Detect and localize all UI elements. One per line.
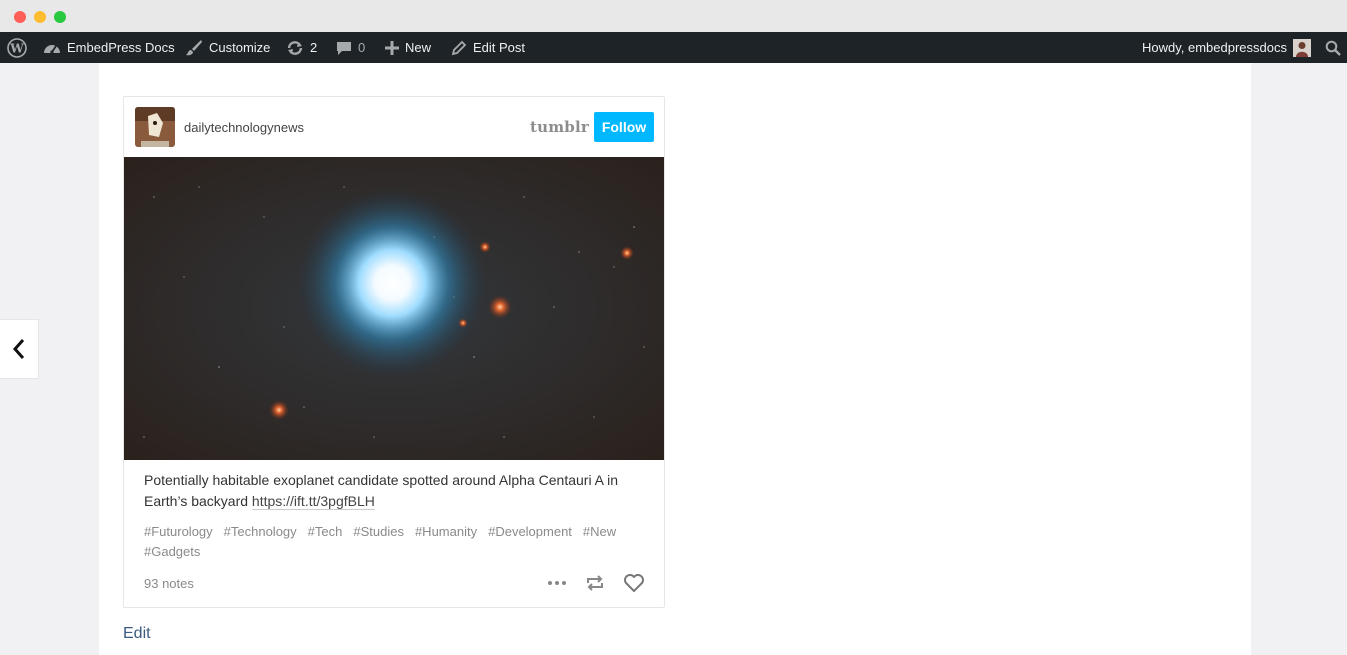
customize-menu[interactable]: Customize xyxy=(185,32,270,63)
tag[interactable]: #Humanity xyxy=(415,524,477,539)
blog-name[interactable]: dailytechnologynews xyxy=(184,120,304,135)
comments-count: 0 xyxy=(358,40,366,55)
my-account-menu[interactable]: Howdy, embedpressdocs xyxy=(1142,32,1311,63)
updates-menu[interactable]: 2 xyxy=(286,32,317,63)
heart-icon[interactable] xyxy=(623,572,645,594)
maximize-window-button[interactable] xyxy=(54,11,66,23)
window-titlebar xyxy=(0,0,1347,32)
edit-post-menu[interactable]: Edit Post xyxy=(451,32,525,63)
admin-bar: W EmbedPress Docs Customize 2 0 New Edit… xyxy=(0,32,1347,63)
tumblr-embed-card: dailytechnologynews tumblr Follow Potent… xyxy=(123,96,665,608)
wordpress-logo-icon[interactable]: W xyxy=(7,32,27,63)
caption-text: Potentially habitable exoplanet candidat… xyxy=(144,472,619,509)
post-caption: Potentially habitable exoplanet candidat… xyxy=(144,470,644,512)
updates-count: 2 xyxy=(310,40,318,55)
tag[interactable]: #Tech xyxy=(308,524,343,539)
notes-count[interactable]: 93 notes xyxy=(144,576,194,591)
new-content-menu[interactable]: New xyxy=(385,32,431,63)
chevron-left-icon xyxy=(12,339,25,359)
previous-post-button[interactable] xyxy=(0,319,39,379)
tumblr-logo[interactable]: tumblr xyxy=(530,118,589,136)
dashboard-icon xyxy=(44,44,60,54)
blog-avatar[interactable] xyxy=(135,107,175,147)
site-name-menu[interactable]: EmbedPress Docs xyxy=(43,32,175,63)
tag[interactable]: #New xyxy=(583,524,616,539)
follow-button[interactable]: Follow xyxy=(594,112,654,142)
more-dots-icon[interactable] xyxy=(547,572,567,594)
post-photo[interactable] xyxy=(124,157,664,460)
pencil-icon xyxy=(451,40,467,55)
plus-icon xyxy=(385,40,399,55)
tag[interactable]: #Futurology xyxy=(144,524,213,539)
updates-icon xyxy=(287,40,303,55)
svg-text:W: W xyxy=(9,41,24,55)
tag[interactable]: #Gadgets xyxy=(144,544,200,559)
post-tags: #Futurology #Technology #Tech #Studies #Huma… xyxy=(144,522,644,562)
site-name-label: EmbedPress Docs xyxy=(67,40,175,55)
minimize-window-button[interactable] xyxy=(34,11,46,23)
avatar xyxy=(1293,38,1311,57)
edit-post-label: Edit Post xyxy=(473,40,526,55)
tag[interactable]: #Development xyxy=(488,524,572,539)
post-header: dailytechnologynews tumblr Follow xyxy=(124,97,664,157)
edit-post-link[interactable]: Edit xyxy=(123,625,151,643)
reblog-icon[interactable] xyxy=(585,572,605,594)
new-label: New xyxy=(405,40,432,55)
paintbrush-icon xyxy=(186,39,202,55)
comment-icon xyxy=(337,41,351,55)
customize-label: Customize xyxy=(209,40,271,55)
tag[interactable]: #Studies xyxy=(353,524,404,539)
comments-menu[interactable]: 0 xyxy=(336,32,365,63)
howdy-label: Howdy, embedpressdocs xyxy=(1142,40,1287,55)
caption-link[interactable]: https://ift.tt/3pgfBLH xyxy=(251,493,375,510)
search-icon[interactable] xyxy=(1325,32,1341,63)
close-window-button[interactable] xyxy=(14,11,26,23)
tag[interactable]: #Technology xyxy=(224,524,297,539)
